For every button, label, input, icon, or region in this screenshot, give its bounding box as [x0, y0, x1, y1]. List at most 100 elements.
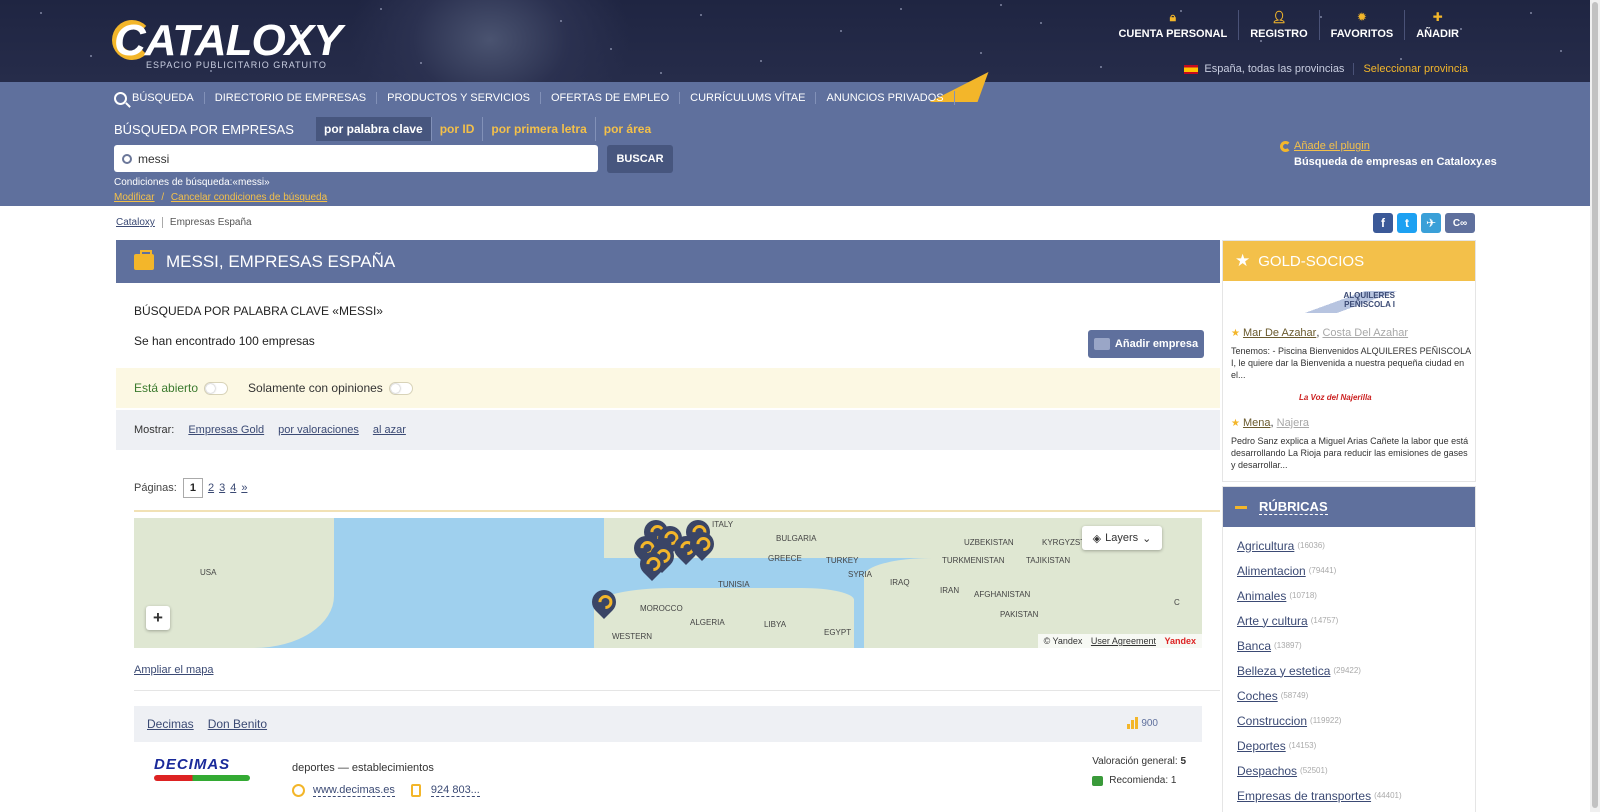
- search-conditions: Condiciones de búsqueda:«messi»: [114, 177, 270, 188]
- star-decoration: [1100, 66, 1102, 68]
- map-label: UZBEKISTAN: [964, 538, 1014, 547]
- page-link[interactable]: 3: [219, 482, 225, 494]
- gold-city-link[interactable]: Najera: [1277, 417, 1309, 429]
- scrollbar-thumb[interactable]: [1592, 2, 1598, 808]
- top-nav-cuenta[interactable]: 🔒︎ CUENTA PERSONAL: [1107, 10, 1238, 40]
- map-layers-button[interactable]: ◈ Layers ⌄: [1082, 526, 1162, 550]
- tab-por-area[interactable]: por área: [594, 117, 659, 141]
- map-label: C: [1174, 598, 1180, 607]
- tab-palabra-clave[interactable]: por palabra clave: [316, 117, 431, 141]
- modify-conditions-link[interactable]: Modificar: [114, 192, 155, 203]
- page-scrollbar[interactable]: [1590, 0, 1600, 812]
- partner-logo[interactable]: ALQUILERES PEÑISCOLA I: [1301, 291, 1401, 313]
- category-link[interactable]: Construccion: [1237, 714, 1307, 728]
- result-card: Decimas Don Benito 900 DECIMAS deportes …: [134, 706, 1202, 812]
- company-logo[interactable]: DECIMAS: [154, 756, 264, 796]
- results-map[interactable]: USA ITALY BULGARIA GREECE TURKEY UZBEKIS…: [134, 518, 1202, 648]
- facebook-icon[interactable]: f: [1373, 213, 1393, 233]
- category-count: (58749): [1280, 691, 1309, 700]
- top-nav-favoritos[interactable]: ✹ FAVORITOS: [1318, 10, 1405, 40]
- page-link[interactable]: 4: [230, 482, 236, 494]
- recommend-count: Recomienda: 1: [1109, 775, 1177, 786]
- top-nav-label: FAVORITOS: [1330, 28, 1394, 40]
- result-city-link[interactable]: Don Benito: [208, 717, 267, 731]
- category-link[interactable]: Empresas de transportes: [1237, 789, 1371, 803]
- categories-box: RÚBRICAS Agricultura (16036) Alimentacion…: [1222, 486, 1476, 812]
- expand-map-link[interactable]: Ampliar el mapa: [134, 664, 213, 676]
- result-contacts: www.decimas.es 924 803...: [292, 784, 480, 797]
- category-link[interactable]: Alimentacion: [1237, 564, 1306, 578]
- map-label: TURKMENISTAN: [942, 556, 1005, 565]
- main-nav: BÚSQUEDA DIRECTORIO DE EMPRESAS PRODUCTO…: [114, 89, 955, 107]
- page-next[interactable]: »: [241, 482, 247, 494]
- map-user-agreement-link[interactable]: User Agreement: [1091, 636, 1156, 646]
- category-link[interactable]: Banca: [1237, 639, 1271, 653]
- result-score-value: 900: [1141, 717, 1158, 729]
- nav-curriculums[interactable]: CURRÍCULUMS VÍTAE: [679, 92, 815, 104]
- gold-company-link[interactable]: Mar De Azahar: [1243, 327, 1316, 339]
- category-link[interactable]: Coches: [1237, 689, 1278, 703]
- nav-directorio[interactable]: DIRECTORIO DE EMPRESAS: [203, 92, 376, 104]
- add-plugin-link[interactable]: Añade el plugin: [1280, 140, 1497, 152]
- panel-header: MESSI, EMPRESAS ESPAÑA: [116, 240, 1220, 283]
- logo-wordmark: CATALOXY: [114, 16, 342, 65]
- list-item: Belleza y estetica (29422): [1237, 658, 1475, 683]
- sort-gold-link[interactable]: Empresas Gold: [188, 424, 264, 436]
- results-panel: MESSI, EMPRESAS ESPAÑA BÚSQUEDA POR PALA…: [116, 240, 1220, 812]
- gold-city-link[interactable]: Costa Del Azahar: [1322, 327, 1408, 339]
- top-nav-anadir[interactable]: ✚ AÑADIR: [1404, 10, 1470, 40]
- nav-ofertas[interactable]: OFERTAS DE EMPLEO: [539, 92, 679, 104]
- search-field[interactable]: [114, 145, 598, 172]
- category-link[interactable]: Belleza y estetica: [1237, 664, 1330, 678]
- select-province-link[interactable]: Seleccionar provincia: [1363, 63, 1468, 75]
- breadcrumb-root[interactable]: Cataloxy: [116, 217, 155, 228]
- nav-busqueda[interactable]: BÚSQUEDA: [114, 91, 204, 105]
- page-link[interactable]: 2: [208, 482, 214, 494]
- cataloxy-logo[interactable]: CATALOXY ESPACIO PUBLICITARIO GRATUITO: [112, 14, 372, 74]
- category-link[interactable]: Animales: [1237, 589, 1286, 603]
- star-decoration: [610, 48, 612, 50]
- map-zoom-in-button[interactable]: +: [146, 606, 170, 630]
- nav-anuncios[interactable]: ANUNCIOS PRIVADOS: [815, 92, 953, 104]
- result-website-link[interactable]: www.decimas.es: [313, 784, 395, 797]
- result-company-link[interactable]: Decimas: [147, 717, 194, 731]
- cataloxy-share-icon[interactable]: C∞: [1445, 213, 1475, 233]
- top-nav-registro[interactable]: 👤︎ REGISTRO: [1238, 10, 1318, 40]
- gold-company-link[interactable]: Mena: [1243, 417, 1271, 429]
- list-item: Empresas de transportes (44401): [1237, 783, 1475, 808]
- cataloxy-c-icon: [1280, 140, 1291, 152]
- reviews-only-toggle[interactable]: [388, 381, 413, 395]
- sort-random-link[interactable]: al azar: [373, 424, 406, 436]
- result-phone-link[interactable]: 924 803...: [430, 784, 480, 797]
- star-decoration: [1560, 50, 1562, 52]
- sort-ratings-link[interactable]: por valoraciones: [278, 424, 359, 436]
- telegram-icon[interactable]: ✈: [1421, 213, 1441, 233]
- star-icon: ✹: [1356, 10, 1367, 24]
- category-link[interactable]: Agricultura: [1237, 539, 1294, 553]
- list-item: Despachos (52501): [1237, 758, 1475, 783]
- collapse-icon: [1235, 505, 1247, 509]
- pages-label: Páginas:: [134, 482, 177, 494]
- category-link[interactable]: Despachos: [1237, 764, 1297, 778]
- top-nav-label: CUENTA PERSONAL: [1118, 28, 1228, 40]
- search-input[interactable]: [138, 151, 578, 166]
- category-link[interactable]: Deportes: [1237, 739, 1286, 753]
- partner-logo[interactable]: La Voz del Najerilla: [1299, 393, 1372, 402]
- page-current: 1: [182, 478, 203, 498]
- company-logo-stripe: [154, 775, 250, 781]
- star-decoration: [660, 72, 662, 74]
- categories-header[interactable]: RÚBRICAS: [1223, 487, 1475, 527]
- twitter-icon[interactable]: t: [1397, 213, 1417, 233]
- results-divider: [134, 690, 1220, 691]
- open-now-toggle[interactable]: [204, 381, 229, 395]
- category-link[interactable]: Arte y cultura: [1237, 614, 1308, 628]
- nav-productos[interactable]: PRODUCTOS Y SERVICIOS: [376, 92, 540, 104]
- rating-value: 5: [1180, 756, 1186, 767]
- search-button[interactable]: BUSCAR: [607, 145, 673, 173]
- tab-por-id[interactable]: por ID: [430, 117, 483, 141]
- cancel-conditions-link[interactable]: Cancelar condiciones de búsqueda: [171, 192, 327, 203]
- category-count: (14757): [1310, 616, 1339, 625]
- add-company-button[interactable]: Añadir empresa: [1088, 330, 1204, 358]
- tab-primera-letra[interactable]: por primera letra: [482, 117, 594, 141]
- logo-tagline: ESPACIO PUBLICITARIO GRATUITO: [146, 60, 327, 70]
